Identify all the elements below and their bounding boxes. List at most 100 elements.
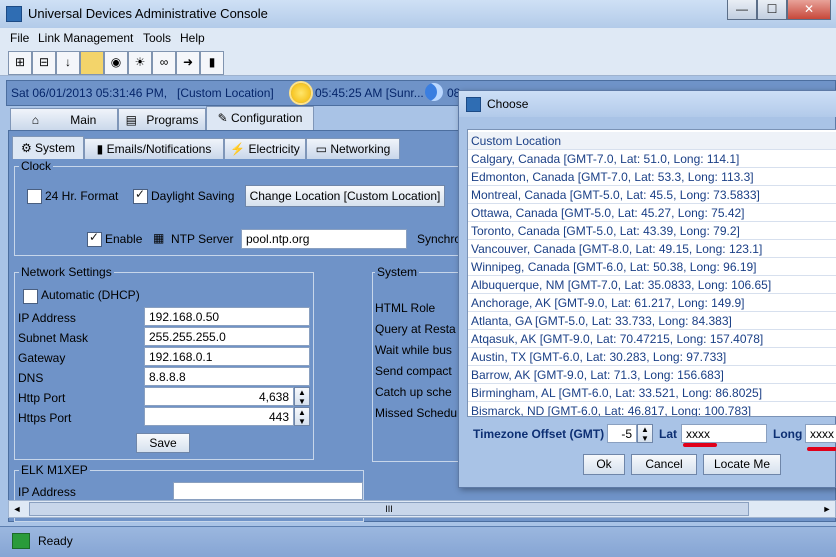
- cancel-button[interactable]: Cancel: [631, 454, 697, 475]
- network-settings-group: Network Settings Automatic (DHCP) IP Add…: [14, 265, 314, 460]
- daylight-saving-checkbox[interactable]: [133, 187, 148, 204]
- menu-file[interactable]: File: [10, 31, 29, 45]
- tab-main-label: Main: [70, 113, 97, 127]
- https-port-spinner[interactable]: ▲ ▼: [294, 407, 310, 426]
- arrow-icon[interactable]: ➜: [176, 51, 200, 75]
- minimize-button[interactable]: —: [727, 0, 757, 20]
- dns-label: DNS: [18, 371, 44, 385]
- list-item[interactable]: Anchorage, AK [GMT-9.0, Lat: 61.217, Lon…: [468, 294, 836, 312]
- folder-icon[interactable]: [80, 51, 104, 75]
- scroll-left-icon[interactable]: ◄: [9, 501, 25, 517]
- collapse-icon[interactable]: ⊟: [32, 51, 56, 75]
- maximize-button[interactable]: ☐: [757, 0, 787, 20]
- chart-icon[interactable]: ▮: [200, 51, 224, 75]
- scroll-right-icon[interactable]: ►: [819, 501, 835, 517]
- subtab-networking[interactable]: ▭ Networking: [306, 138, 400, 159]
- tab-configuration[interactable]: ✎ Configuration: [206, 106, 314, 131]
- daylight-saving-label: Daylight Saving: [151, 189, 235, 203]
- expand-icon[interactable]: ⊞: [8, 51, 32, 75]
- scenes-icon[interactable]: ◉: [104, 51, 128, 75]
- phone-icon: ▮: [96, 142, 104, 156]
- https-port-input[interactable]: 443: [144, 407, 294, 426]
- https-port-label: Https Port: [18, 411, 72, 425]
- subtab-system-label: System: [35, 141, 76, 155]
- list-item[interactable]: Toronto, Canada [GMT-5.0, Lat: 43.39, Lo…: [468, 222, 836, 240]
- list-item[interactable]: Winnipeg, Canada [GMT-6.0, Lat: 50.38, L…: [468, 258, 836, 276]
- subtab-emails-label: Emails/Notifications: [106, 142, 212, 156]
- list-item[interactable]: Calgary, Canada [GMT-7.0, Lat: 51.0, Lon…: [468, 150, 836, 168]
- dhcp-label: Automatic (DHCP): [41, 288, 140, 302]
- elk-ip-input[interactable]: [173, 482, 363, 500]
- horizontal-scrollbar[interactable]: ◄ III ►: [8, 500, 836, 518]
- ntp-server-input[interactable]: pool.ntp.org: [241, 229, 407, 249]
- change-location-button[interactable]: Change Location [Custom Location]: [245, 185, 445, 207]
- http-port-label: Http Port: [18, 391, 66, 405]
- list-item[interactable]: Atqasuk, AK [GMT-9.0, Lat: 70.47215, Lon…: [468, 330, 836, 348]
- menu-link-management[interactable]: Link Management: [38, 31, 133, 45]
- list-item[interactable]: Edmonton, Canada [GMT-7.0, Lat: 53.3, Lo…: [468, 168, 836, 186]
- sort-az-icon[interactable]: ↓: [56, 51, 80, 75]
- gear-icon: ⚙: [20, 141, 32, 155]
- tab-main[interactable]: ⌂ Main: [10, 108, 118, 131]
- dns-input[interactable]: 8.8.8.8: [144, 367, 310, 386]
- system-item: Query at Resta: [375, 322, 456, 336]
- subtab-electricity[interactable]: ⚡ Electricity: [224, 138, 306, 159]
- subnet-mask-input[interactable]: 255.255.255.0: [144, 327, 310, 346]
- menu-help[interactable]: Help: [180, 31, 205, 45]
- subtab-system[interactable]: ⚙ System: [12, 136, 84, 159]
- list-item[interactable]: Atlanta, GA [GMT-5.0, Lat: 33.733, Long:…: [468, 312, 836, 330]
- subtab-emails[interactable]: ▮ Emails/Notifications: [84, 138, 224, 159]
- bulb-icon[interactable]: ☀: [128, 51, 152, 75]
- lightning-icon: ⚡: [230, 142, 246, 156]
- system-item: Missed Schedu: [375, 406, 458, 420]
- gateway-input[interactable]: 192.168.0.1: [144, 347, 310, 366]
- list-item[interactable]: Montreal, Canada [GMT-5.0, Lat: 45.5, Lo…: [468, 186, 836, 204]
- lat-input[interactable]: xxxx: [681, 424, 767, 443]
- list-item[interactable]: Bismarck, ND [GMT-6.0, Lat: 46.817, Long…: [468, 402, 836, 416]
- current-location: [Custom Location]: [177, 86, 274, 100]
- network-legend: Network Settings: [19, 265, 114, 279]
- ip-address-input[interactable]: 192.168.0.50: [144, 307, 310, 326]
- menu-tools[interactable]: Tools: [143, 31, 171, 45]
- location-list[interactable]: Custom Location Calgary, Canada [GMT-7.0…: [467, 129, 836, 417]
- long-input[interactable]: xxxx: [805, 424, 836, 443]
- system-item: Catch up sche: [375, 385, 452, 399]
- scroll-thumb[interactable]: III: [29, 502, 749, 516]
- clock-legend: Clock: [19, 159, 54, 173]
- list-item[interactable]: Barrow, AK [GMT-9.0, Lat: 71.3, Long: 15…: [468, 366, 836, 384]
- system-item: Wait while bus: [375, 343, 452, 357]
- ok-button[interactable]: Ok: [583, 454, 625, 475]
- http-port-input[interactable]: 4,638: [144, 387, 294, 406]
- ntp-enable-checkbox[interactable]: [87, 230, 102, 247]
- dialog-title-bar: Choose: [459, 91, 836, 117]
- close-button[interactable]: ✕: [787, 0, 831, 20]
- list-item[interactable]: Albuquerque, NM [GMT-7.0, Lat: 35.0833, …: [468, 276, 836, 294]
- link-icon[interactable]: ∞: [152, 51, 176, 75]
- dhcp-checkbox[interactable]: [23, 289, 38, 304]
- list-item[interactable]: Ottawa, Canada [GMT-5.0, Lat: 45.27, Lon…: [468, 204, 836, 222]
- subtab-electricity-label: Electricity: [248, 142, 300, 156]
- format-24-label: 24 Hr. Format: [45, 189, 119, 203]
- system-legend: System: [375, 265, 420, 279]
- format-24-checkbox[interactable]: [27, 189, 42, 204]
- list-item[interactable]: Austin, TX [GMT-6.0, Lat: 30.283, Long: …: [468, 348, 836, 366]
- tab-programs[interactable]: ▤ Programs: [118, 108, 206, 131]
- choose-dialog: Choose Custom Location Calgary, Canada […: [458, 90, 836, 488]
- list-item[interactable]: Birmingham, AL [GMT-6.0, Lat: 33.521, Lo…: [468, 384, 836, 402]
- timezone-offset-spinner[interactable]: ▲ ▼: [637, 424, 653, 443]
- sunrise-time: 05:45:25 AM [Sunr...: [315, 86, 424, 100]
- window-title: Universal Devices Administrative Console: [28, 6, 268, 21]
- system-group: System HTML Role Query at Resta Wait whi…: [372, 265, 462, 462]
- save-button[interactable]: Save: [136, 433, 190, 453]
- list-item[interactable]: Vancouver, Canada [GMT-8.0, Lat: 49.15, …: [468, 240, 836, 258]
- subtab-networking-label: Networking: [330, 142, 391, 156]
- timezone-offset-input[interactable]: -5: [607, 424, 637, 443]
- list-item[interactable]: Custom Location: [468, 132, 836, 150]
- elk-ip-label: IP Address: [18, 485, 76, 499]
- sun-icon: [291, 83, 311, 103]
- app-icon: [6, 6, 22, 22]
- http-port-spinner[interactable]: ▲ ▼: [294, 387, 310, 406]
- locate-me-button[interactable]: Locate Me: [703, 454, 781, 475]
- current-datetime: Sat 06/01/2013 05:31:46 PM,: [11, 86, 168, 100]
- title-bar: Universal Devices Administrative Console…: [0, 0, 836, 28]
